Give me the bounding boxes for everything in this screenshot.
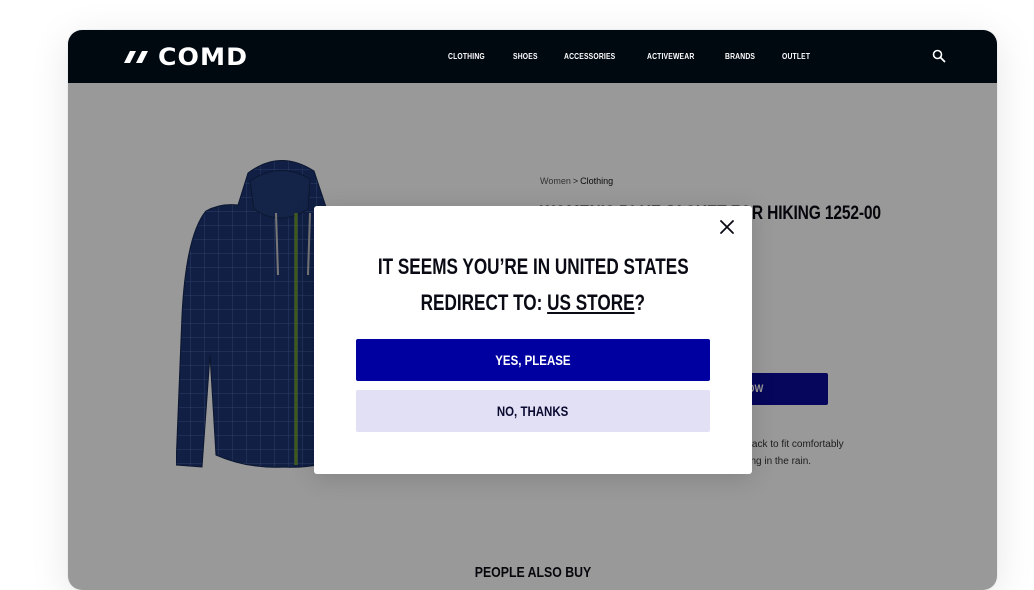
- modal-location-message: IT SEEMS YOU’RE IN UNITED STATES: [377, 254, 689, 279]
- nav-item-shoes[interactable]: SHOES: [513, 52, 538, 61]
- modal-redirect-message: REDIRECT TO: US STORE?: [314, 290, 752, 316]
- nav-item-clothing[interactable]: CLOTHING: [448, 52, 485, 61]
- redirect-prefix: REDIRECT TO:: [420, 290, 548, 315]
- us-store-link[interactable]: US STORE: [547, 290, 634, 315]
- close-icon[interactable]: [718, 218, 736, 236]
- brand-logo[interactable]: COMD: [124, 44, 247, 70]
- main-menu: CLOTHING SHOES ACCESSORIES ACTIVEWEAR BR…: [448, 30, 837, 83]
- search-icon[interactable]: [932, 49, 946, 63]
- nav-item-accessories[interactable]: ACCESSORIES: [564, 52, 615, 61]
- nav-item-outlet[interactable]: OUTLET: [782, 52, 810, 61]
- nav-item-activewear[interactable]: ACTIVEWEAR: [647, 52, 694, 61]
- redirect-suffix: ?: [634, 290, 646, 315]
- no-thanks-button[interactable]: NO, THANKS: [356, 390, 710, 432]
- top-navigation-bar: COMD CLOTHING SHOES ACCESSORIES ACTIVEWE…: [68, 30, 997, 83]
- logo-text: COMD: [158, 43, 249, 71]
- yes-please-button[interactable]: YES, PLEASE: [356, 339, 710, 381]
- logo-slashes-icon: [124, 51, 148, 63]
- location-redirect-modal: IT SEEMS YOU’RE IN UNITED STATES REDIREC…: [314, 206, 752, 474]
- nav-item-brands[interactable]: BRANDS: [725, 52, 755, 61]
